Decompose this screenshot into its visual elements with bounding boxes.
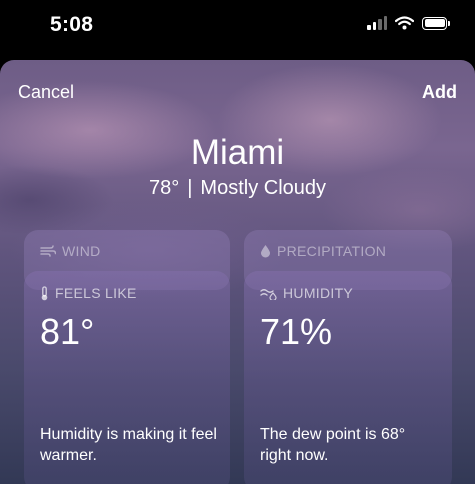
humidity-icon bbox=[260, 287, 277, 300]
current-temperature: 78° bbox=[148, 177, 180, 199]
status-icons bbox=[367, 16, 450, 30]
status-bar: 5:08 bbox=[0, 0, 475, 56]
feels-like-value: 81° bbox=[40, 311, 95, 352]
precipitation-card-label: PRECIPITATION bbox=[260, 243, 386, 259]
feels-like-card[interactable]: FEELS LIKE 81° Humidity is making it fee… bbox=[24, 271, 230, 484]
wind-card-title: WIND bbox=[62, 243, 101, 259]
humidity-card[interactable]: HUMIDITY 71% The dew point is 68° right … bbox=[244, 271, 452, 484]
raindrop-icon bbox=[260, 244, 271, 258]
weather-condition: Mostly Cloudy bbox=[200, 177, 327, 199]
humidity-card-title: HUMIDITY bbox=[283, 285, 354, 301]
precipitation-card-title: PRECIPITATION bbox=[277, 243, 387, 259]
feels-like-description: Humidity is making it feel warmer. bbox=[40, 426, 217, 464]
add-button[interactable]: Add bbox=[422, 82, 457, 103]
add-location-sheet: Cancel Add Miami 78° | Mostly Cloudy WIND bbox=[0, 60, 475, 484]
humidity-description: The dew point is 68° right now. bbox=[260, 426, 406, 464]
wind-card-label: WIND bbox=[40, 243, 101, 259]
signal-icon bbox=[367, 16, 387, 30]
feels-like-card-title: FEELS LIKE bbox=[55, 285, 137, 301]
summary-separator: | bbox=[187, 177, 193, 199]
screen: 5:08 Cancel Add Miami 78° | Mostly Cloud… bbox=[0, 0, 475, 484]
humidity-value: 71% bbox=[260, 311, 333, 352]
wind-icon bbox=[40, 245, 56, 257]
wifi-icon bbox=[395, 16, 414, 30]
status-time: 5:08 bbox=[50, 13, 94, 36]
city-name: Miami bbox=[190, 133, 285, 172]
battery-icon bbox=[422, 16, 450, 30]
cancel-button[interactable]: Cancel bbox=[18, 82, 74, 103]
weather-summary: 78° | Mostly Cloudy bbox=[0, 177, 475, 200]
feels-like-card-label: FEELS LIKE bbox=[40, 285, 137, 301]
humidity-card-label: HUMIDITY bbox=[260, 285, 353, 301]
thermometer-icon bbox=[40, 285, 49, 301]
